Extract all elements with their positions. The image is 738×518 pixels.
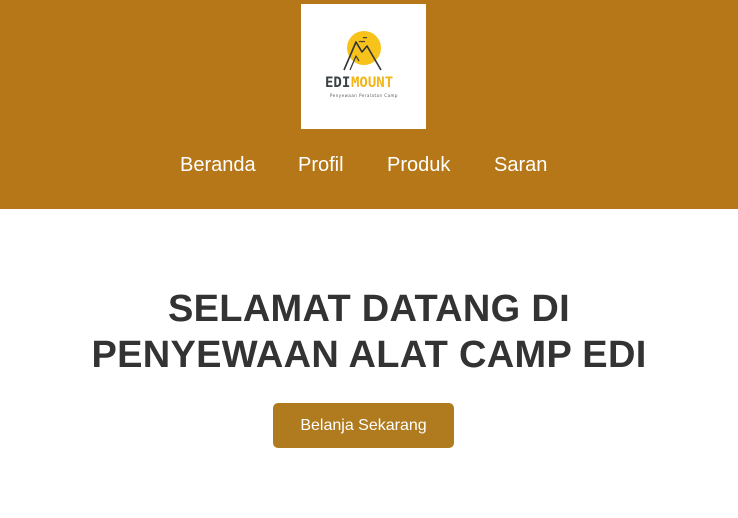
logo-text-dark: EDI <box>325 75 350 91</box>
logo[interactable]: EDI MOUNT Penyewaan Peralatan Camp <box>301 4 426 129</box>
nav-item-beranda[interactable]: Beranda <box>180 153 256 177</box>
nav-item-produk[interactable]: Produk <box>387 153 450 177</box>
logo-tagline: Penyewaan Peralatan Camp <box>330 93 398 98</box>
hero-title-line2: PENYEWAAN ALAT CAMP EDI <box>91 334 647 376</box>
shop-now-button[interactable]: Belanja Sekarang <box>273 403 454 448</box>
hero-title-line1: SELAMAT DATANG DI <box>168 288 570 330</box>
main-nav: Beranda Profil Produk Saran <box>0 153 738 179</box>
nav-item-saran[interactable]: Saran <box>494 153 547 177</box>
hero-title: SELAMAT DATANG DI PENYEWAAN ALAT CAMP ED… <box>0 286 738 378</box>
logo-text-accent: MOUNT <box>351 75 393 91</box>
site-header: EDI MOUNT Penyewaan Peralatan Camp Beran… <box>0 0 738 209</box>
nav-item-profil[interactable]: Profil <box>298 153 344 177</box>
mountain-sun-icon: EDI MOUNT Penyewaan Peralatan Camp <box>325 31 398 98</box>
